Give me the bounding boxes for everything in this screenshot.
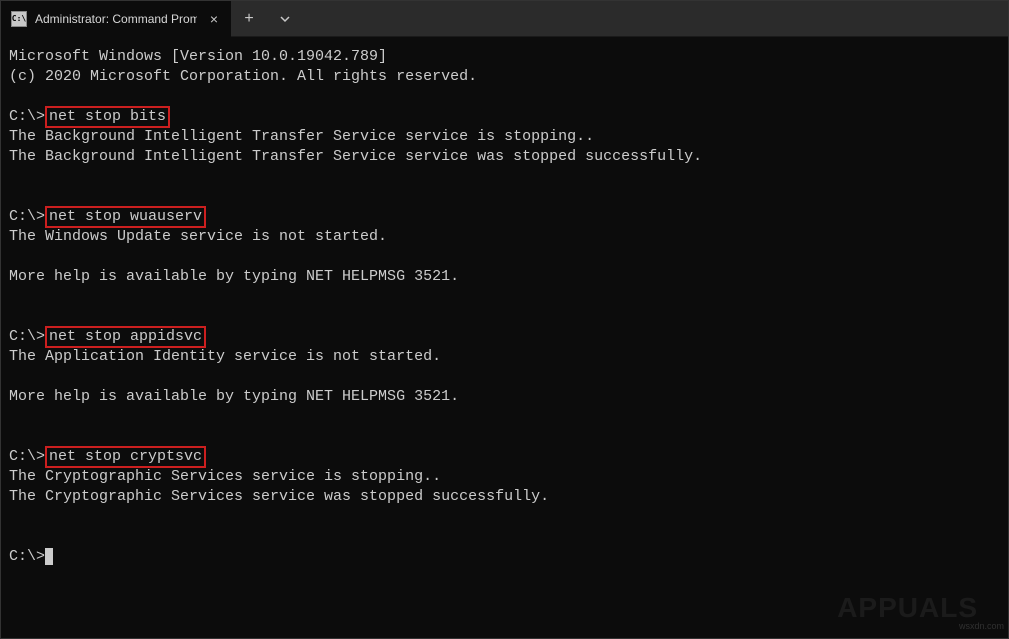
- output-line: The Cryptographic Services service is st…: [9, 467, 1000, 487]
- version-line: Microsoft Windows [Version 10.0.19042.78…: [9, 47, 1000, 67]
- prompt: C:\>: [9, 328, 45, 345]
- terminal-body[interactable]: Microsoft Windows [Version 10.0.19042.78…: [1, 37, 1008, 638]
- output-line: More help is available by typing NET HEL…: [9, 387, 1000, 407]
- cursor: [45, 548, 53, 565]
- chevron-down-icon: [279, 13, 291, 25]
- tab-title: Administrator: Command Promp: [35, 12, 197, 26]
- tabbar-actions: +: [231, 1, 303, 36]
- output-line: More help is available by typing NET HEL…: [9, 267, 1000, 287]
- watermark: APPUALS: [837, 598, 978, 618]
- prompt: C:\>: [9, 208, 45, 225]
- footer-watermark: wsxdn.com: [959, 616, 1004, 636]
- cmd-icon: C:\: [11, 11, 27, 27]
- copyright-line: (c) 2020 Microsoft Corporation. All righ…: [9, 67, 1000, 87]
- new-tab-button[interactable]: +: [231, 1, 267, 37]
- command-input: net stop appidsvc: [45, 326, 206, 348]
- prompt: C:\>: [9, 548, 45, 565]
- output-line: The Application Identity service is not …: [9, 347, 1000, 367]
- output-line: The Windows Update service is not starte…: [9, 227, 1000, 247]
- prompt: C:\>: [9, 108, 45, 125]
- command-input: net stop wuauserv: [45, 206, 206, 228]
- output-line: The Background Intelligent Transfer Serv…: [9, 127, 1000, 147]
- output-line: The Background Intelligent Transfer Serv…: [9, 147, 1000, 167]
- close-icon[interactable]: ×: [205, 10, 223, 28]
- terminal-output: Microsoft Windows [Version 10.0.19042.78…: [9, 47, 1000, 567]
- terminal-window: C:\ Administrator: Command Promp × + Mic…: [0, 0, 1009, 639]
- tab-dropdown-button[interactable]: [267, 1, 303, 37]
- prompt: C:\>: [9, 448, 45, 465]
- command-input: net stop cryptsvc: [45, 446, 206, 468]
- tab-bar: C:\ Administrator: Command Promp × +: [1, 1, 1008, 37]
- command-input: net stop bits: [45, 106, 170, 128]
- output-line: The Cryptographic Services service was s…: [9, 487, 1000, 507]
- tab-active[interactable]: C:\ Administrator: Command Promp ×: [1, 1, 231, 37]
